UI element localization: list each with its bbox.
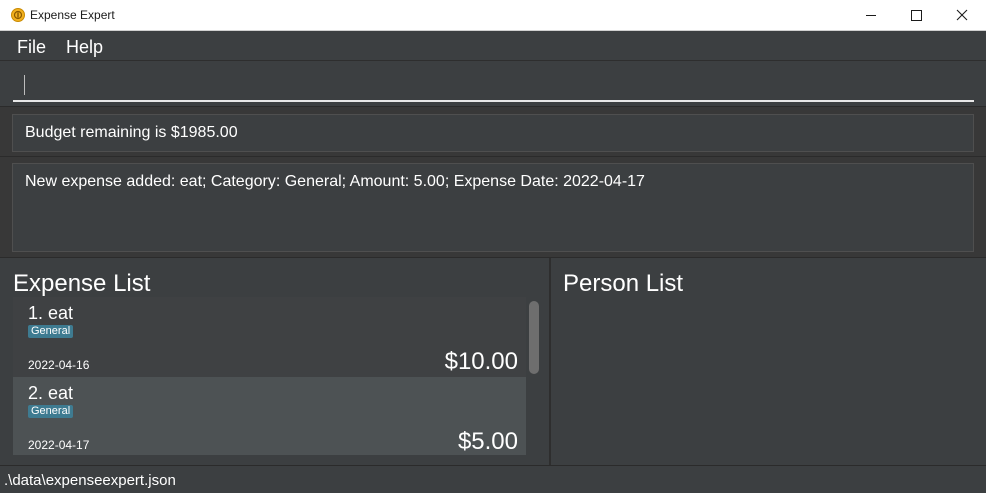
maximize-icon xyxy=(911,10,922,21)
expense-list-panel: Expense List 1. eat General 2022-04-16 $… xyxy=(2,258,551,465)
window-title: Expense Expert xyxy=(30,8,115,22)
command-input[interactable] xyxy=(13,69,974,102)
budget-display: Budget remaining is $1985.00 xyxy=(12,114,974,152)
list-scrollbar[interactable] xyxy=(529,301,539,374)
text-caret xyxy=(24,75,25,95)
app-coin-icon xyxy=(11,8,25,22)
menu-bar: File Help xyxy=(0,31,986,61)
result-display[interactable]: New expense added: eat; Category: Genera… xyxy=(12,163,974,252)
expense-list-view[interactable]: 1. eat General 2022-04-16 $10.00 2. eat … xyxy=(13,297,543,455)
expense-amount: $5.00 xyxy=(457,428,518,455)
close-button[interactable] xyxy=(939,0,985,30)
person-list-panel: Person List xyxy=(553,258,986,465)
expense-date: 2022-04-17 xyxy=(28,438,90,452)
expense-date: 2022-04-16 xyxy=(28,358,90,372)
expense-list-title: Expense List xyxy=(13,270,151,297)
result-text: New expense added: eat; Category: Genera… xyxy=(25,173,645,190)
budget-panel: Budget remaining is $1985.00 xyxy=(0,107,986,157)
expense-amount: $10.00 xyxy=(444,348,518,375)
budget-text: Budget remaining is $1985.00 xyxy=(25,124,238,141)
menu-file[interactable]: File xyxy=(17,37,46,58)
minimize-button[interactable] xyxy=(848,0,894,30)
expense-card[interactable]: 1. eat General 2022-04-16 $10.00 xyxy=(13,297,526,377)
close-icon xyxy=(956,9,968,21)
category-tag: General xyxy=(28,325,74,338)
maximize-button[interactable] xyxy=(893,0,939,30)
expense-index-description: 1. eat xyxy=(28,303,74,323)
expense-index-description: 2. eat xyxy=(28,383,74,403)
status-bar: .\data\expenseexpert.json xyxy=(0,465,986,493)
person-list-title: Person List xyxy=(563,270,684,297)
app-window: Expense Expert File Help Budget remainin… xyxy=(0,0,986,493)
command-area xyxy=(0,61,986,107)
minimize-icon xyxy=(866,15,876,16)
expense-card-selected[interactable]: 2. eat General 2022-04-17 $5.00 xyxy=(13,377,526,455)
category-tag: General xyxy=(28,405,74,418)
menu-help[interactable]: Help xyxy=(66,37,103,58)
lists-area: Expense List 1. eat General 2022-04-16 $… xyxy=(0,258,986,465)
result-panel: New expense added: eat; Category: Genera… xyxy=(0,157,986,258)
title-bar: Expense Expert xyxy=(0,0,986,31)
data-file-path: .\data\expenseexpert.json xyxy=(4,472,176,489)
